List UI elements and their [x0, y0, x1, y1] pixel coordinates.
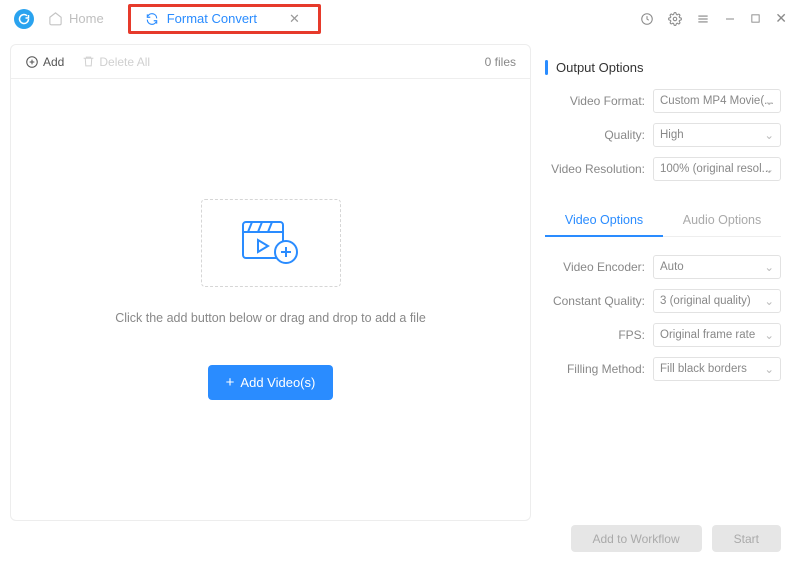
drop-target [201, 199, 341, 287]
maximize-icon[interactable] [750, 13, 761, 24]
chevron-down-icon: ⌄ [764, 128, 774, 142]
close-icon[interactable]: ✕ [775, 10, 787, 27]
clapper-add-icon [240, 218, 302, 268]
tab-label: Format Convert [167, 11, 257, 26]
convert-icon [145, 12, 159, 26]
video-format-label: Video Format: [545, 94, 645, 108]
resolution-label: Video Resolution: [545, 162, 645, 176]
dropzone[interactable]: Click the add button below or drag and d… [11, 79, 530, 520]
filling-method-label: Filling Method: [545, 362, 645, 376]
tab-audio-options[interactable]: Audio Options [663, 205, 781, 236]
chevron-down-icon: ⌄ [764, 260, 774, 274]
add-video-label: Add Video(s) [240, 375, 315, 390]
resolution-select[interactable]: 100% (original resol...⌄ [653, 157, 781, 181]
chevron-down-icon: ⌄ [764, 328, 774, 342]
settings-icon[interactable] [668, 12, 682, 26]
chevron-down-icon: ⌄ [764, 162, 774, 176]
tab-close-icon[interactable]: ✕ [285, 9, 304, 29]
constant-quality-select[interactable]: 3 (original quality)⌄ [653, 289, 781, 313]
quality-label: Quality: [545, 128, 645, 142]
home-label: Home [69, 11, 104, 26]
encoder-label: Video Encoder: [545, 260, 645, 274]
file-panel: Add Delete All 0 files [10, 44, 531, 521]
chevron-down-icon: ⌄ [764, 294, 774, 308]
add-video-button[interactable]: + Add Video(s) [208, 365, 334, 400]
tab-format-convert[interactable]: Format Convert ✕ [128, 4, 321, 34]
chevron-down-icon: ⌄ [764, 94, 774, 108]
dropzone-hint: Click the add button below or drag and d… [115, 311, 426, 325]
video-format-select[interactable]: Custom MP4 Movie(...⌄ [653, 89, 781, 113]
history-icon[interactable] [640, 12, 654, 26]
file-count: 0 files [485, 55, 516, 69]
plus-icon: + [226, 374, 235, 391]
chevron-down-icon: ⌄ [764, 362, 774, 376]
app-logo [14, 9, 34, 29]
add-button[interactable]: Add [25, 55, 64, 69]
output-options-header: Output Options [545, 60, 781, 75]
delete-all-button[interactable]: Delete All [82, 55, 150, 69]
add-to-workflow-button[interactable]: Add to Workflow [571, 525, 702, 552]
home-icon [48, 11, 63, 26]
delete-label: Delete All [99, 55, 150, 69]
home-tab[interactable]: Home [48, 11, 104, 26]
tab-video-options[interactable]: Video Options [545, 205, 663, 237]
minimize-icon[interactable] [724, 13, 736, 25]
start-button[interactable]: Start [712, 525, 781, 552]
plus-circle-icon [25, 55, 39, 69]
encoder-select[interactable]: Auto⌄ [653, 255, 781, 279]
filling-method-select[interactable]: Fill black borders⌄ [653, 357, 781, 381]
trash-icon [82, 55, 95, 68]
fps-select[interactable]: Original frame rate⌄ [653, 323, 781, 347]
quality-select[interactable]: High⌄ [653, 123, 781, 147]
add-label: Add [43, 55, 64, 69]
constant-quality-label: Constant Quality: [545, 294, 645, 308]
options-panel: Output Options Video Format: Custom MP4 … [541, 44, 789, 521]
menu-icon[interactable] [696, 12, 710, 26]
fps-label: FPS: [545, 328, 645, 342]
